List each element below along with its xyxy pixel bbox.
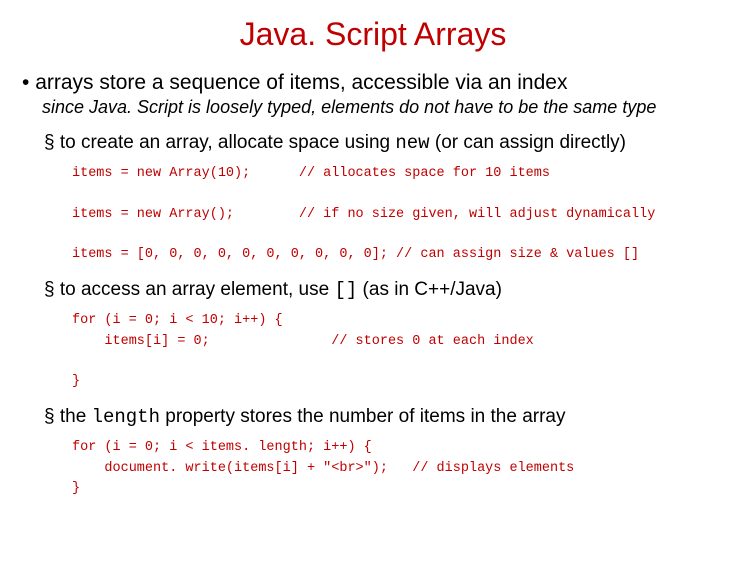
bullet-level2: to access an array element, use [] (as i… — [44, 279, 732, 301]
bullet-level2: the length property stores the number of… — [44, 406, 732, 428]
code-block-2: for (i = 0; i < 10; i++) { items[i] = 0;… — [72, 311, 732, 392]
bullet1-text: arrays store a sequence of items, access… — [35, 71, 567, 94]
code-block-1: items = new Array(10); // allocates spac… — [72, 164, 732, 265]
sec1-code: new — [395, 132, 429, 154]
sec3-post: property stores the number of items in t… — [160, 406, 566, 427]
slide-title: Java. Script Arrays — [14, 16, 732, 53]
sec3-pre: the — [60, 406, 92, 427]
code-block-3: for (i = 0; i < items. length; i++) { do… — [72, 438, 732, 499]
sec2-post: (as in C++/Java) — [357, 279, 502, 300]
slide-body: Java. Script Arrays arrays store a seque… — [0, 0, 756, 517]
bullet1-subtext: since Java. Script is loosely typed, ele… — [42, 97, 732, 118]
sec1-pre: to create an array, allocate space using — [60, 132, 396, 153]
sec1-post: (or can assign directly) — [430, 132, 626, 153]
sec2-pre: to access an array element, use — [60, 279, 335, 300]
bullet-level1: arrays store a sequence of items, access… — [22, 71, 732, 95]
sec2-code: [] — [334, 279, 357, 301]
bullet-level2: to create an array, allocate space using… — [44, 132, 732, 154]
sec3-code: length — [92, 406, 160, 428]
